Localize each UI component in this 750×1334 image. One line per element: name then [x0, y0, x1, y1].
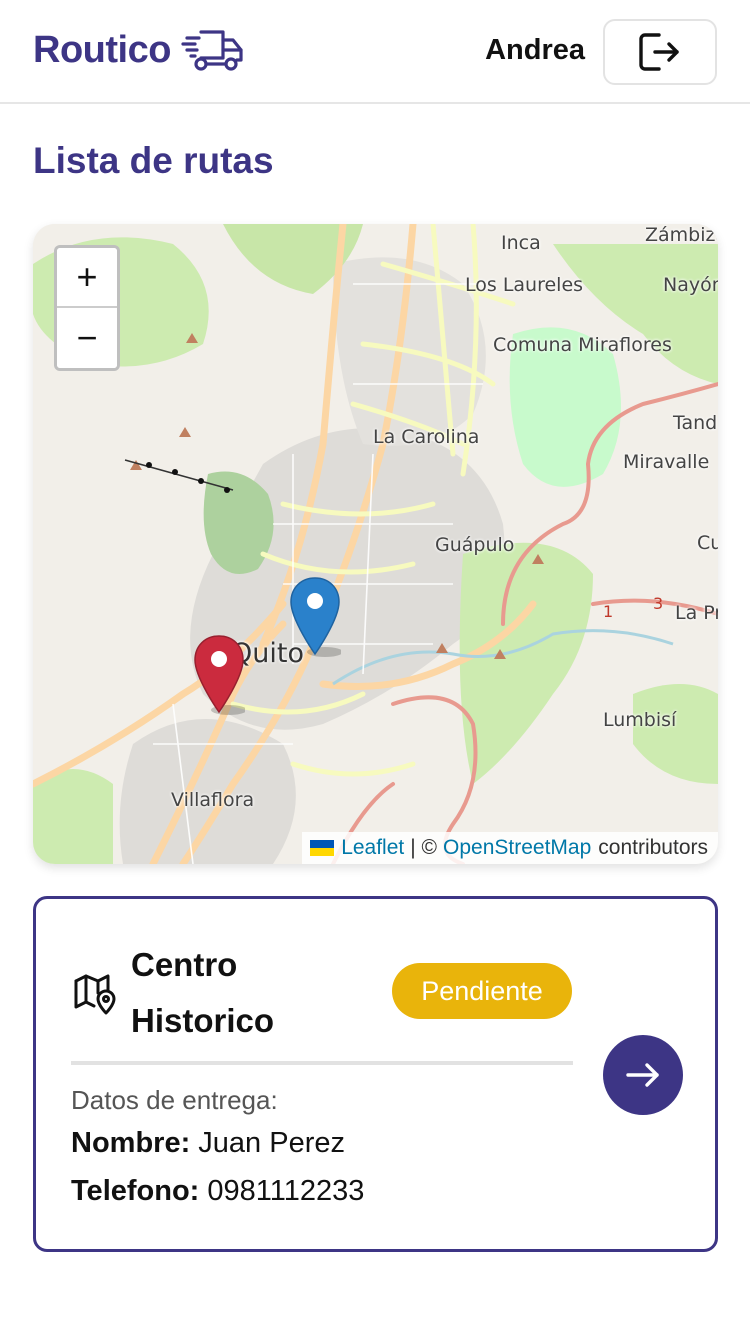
- route-map[interactable]: 1 3 Inca Zámbiza Los Laureles Nayón Comu…: [33, 224, 718, 864]
- status-badge: Pendiente: [392, 963, 572, 1019]
- app-header: Routico Andrea: [0, 0, 750, 104]
- attribution-contributors: contributors: [598, 836, 708, 859]
- map-label-guapulo: Guápulo: [435, 534, 515, 556]
- map-label-la-pr: La Pr: [675, 602, 718, 624]
- recipient-name: Nombre: Juan Perez: [71, 1127, 345, 1160]
- map-tiles[interactable]: 1 3: [33, 224, 718, 864]
- map-label-los-laureles: Los Laureles: [465, 274, 584, 296]
- map-label-miraflores: Comuna Miraflores: [493, 334, 672, 356]
- map-label-nayon: Nayón: [663, 274, 718, 296]
- zoom-in-button[interactable]: +: [57, 248, 117, 308]
- openstreetmap-link[interactable]: OpenStreetMap: [443, 836, 591, 860]
- leaflet-link[interactable]: Leaflet: [341, 836, 404, 860]
- arrow-right-icon: [626, 1063, 659, 1087]
- zoom-control: + −: [54, 245, 120, 371]
- recipient-phone: Telefono: 0981112233: [71, 1175, 364, 1208]
- map-label-miravalle: Miravalle: [623, 451, 710, 473]
- page-title: Lista de rutas: [33, 140, 274, 181]
- ukraine-flag-icon: [310, 840, 335, 856]
- zoom-out-button[interactable]: −: [57, 308, 117, 368]
- map-pin-icon: [74, 974, 116, 1015]
- logout-button[interactable]: [603, 19, 717, 85]
- map-label-cu: Cu: [697, 532, 718, 554]
- route-title: Centro Historico: [131, 946, 275, 1039]
- user-name: Andrea: [485, 34, 585, 66]
- svg-text:3: 3: [653, 594, 663, 613]
- map-label-villaflora: Villaflora: [171, 789, 255, 811]
- open-route-button[interactable]: [603, 1035, 683, 1115]
- map-label-lumbisi: Lumbisí: [603, 709, 677, 731]
- name-label: Nombre:: [71, 1127, 191, 1159]
- map-marker-blue-icon[interactable]: [289, 576, 341, 658]
- svg-text:1: 1: [603, 602, 613, 621]
- logout-icon: [639, 33, 679, 71]
- card-divider: [71, 1061, 573, 1065]
- map-label-la-carolina: La Carolina: [373, 426, 480, 448]
- map-label-tand: Tand: [673, 412, 718, 434]
- delivery-truck-icon: [181, 30, 243, 71]
- name-value: Juan Perez: [198, 1127, 345, 1159]
- phone-label: Telefono:: [71, 1175, 200, 1207]
- phone-value: 0981112233: [207, 1175, 365, 1207]
- brand-logo[interactable]: Routico: [33, 26, 245, 74]
- route-card: Centro Historico Pendiente Datos de entr…: [33, 896, 718, 1252]
- delivery-heading: Datos de entrega:: [71, 1085, 278, 1115]
- map-label-inca: Inca: [501, 232, 541, 254]
- map-marker-red-icon[interactable]: [193, 634, 245, 716]
- brand-name: Routico: [33, 28, 171, 71]
- map-attribution: Leaflet | © OpenStreetMap contributors: [302, 832, 718, 864]
- map-label-zambiza: Zámbiza: [645, 224, 718, 246]
- attribution-separator: | ©: [410, 836, 438, 859]
